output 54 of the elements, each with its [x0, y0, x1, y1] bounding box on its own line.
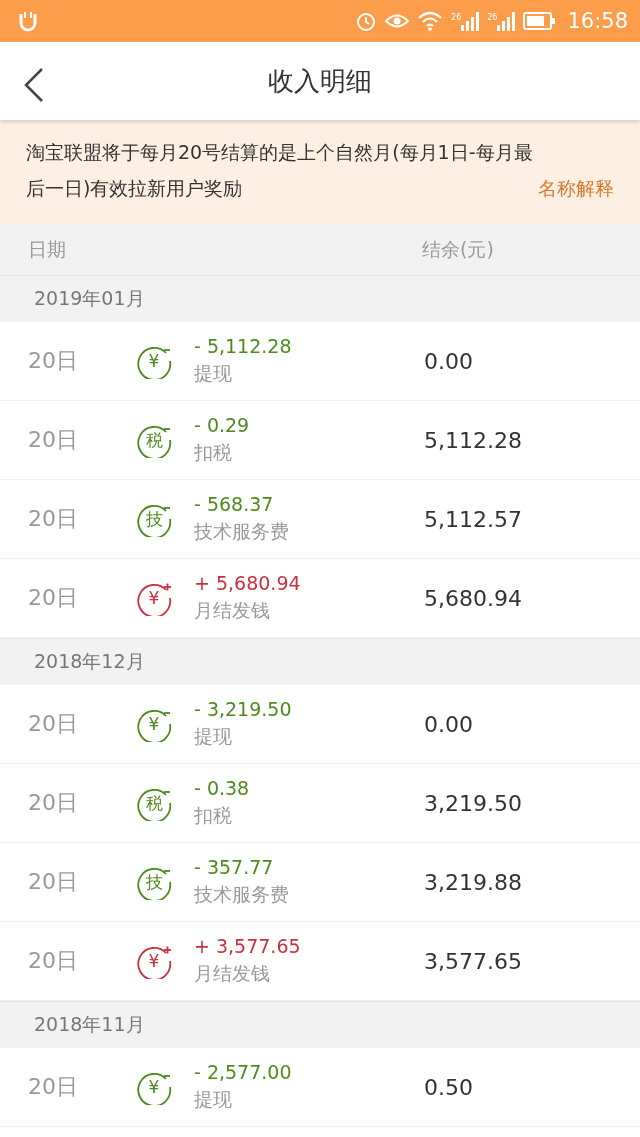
balance-amount: 3,577.65	[424, 948, 522, 974]
balance-amount: 5,680.94	[424, 585, 522, 611]
balance-amount: 0.00	[424, 711, 473, 737]
transaction-type: 技术服务费	[194, 519, 290, 544]
battery-icon	[523, 12, 556, 30]
signal-icon	[461, 11, 480, 31]
transaction-type: 月结发钱	[194, 598, 271, 623]
transaction-day: 20日	[0, 867, 110, 897]
signal-icon	[497, 11, 516, 31]
transaction-type: 提现	[194, 361, 233, 386]
notice-text: 后一日)有效拉新用户奖励	[26, 176, 243, 201]
transaction-day: 20日	[0, 425, 110, 455]
transaction-amount: - 357.77	[194, 856, 275, 878]
balance-amount: 0.50	[424, 1074, 473, 1100]
month-header: 2018年11月	[0, 1001, 640, 1048]
transaction-amount: - 568.37	[194, 493, 275, 515]
column-label: 结余(元)	[422, 237, 494, 262]
transaction-day: 20日	[0, 504, 110, 534]
alarm-icon	[355, 10, 378, 32]
network-type-label: 26	[451, 13, 462, 22]
balance-amount: 0.00	[424, 348, 473, 374]
transaction-amount: - 2,577.00	[194, 1061, 293, 1083]
transaction-type: 扣税	[194, 803, 233, 828]
eye-icon	[385, 12, 410, 30]
transaction-type: 提现	[194, 1087, 233, 1112]
balance-amount: 5,112.57	[424, 506, 522, 532]
transaction-day: 20日	[0, 346, 110, 376]
balance-amount: 3,219.88	[424, 869, 522, 895]
month-header: 2018年12月	[0, 638, 640, 685]
page-title: 收入明细	[268, 64, 372, 98]
network-type-label: 26	[487, 13, 498, 22]
transaction-day: 20日	[0, 709, 110, 739]
balance-amount: 3,219.50	[424, 790, 522, 816]
transaction-type: 扣税	[194, 440, 233, 465]
transaction-amount: - 3,219.50	[194, 698, 293, 720]
transaction-amount: + 5,680.94	[194, 572, 302, 594]
balance-amount: 5,112.28	[424, 427, 522, 453]
transaction-day: 20日	[0, 946, 110, 976]
column-label: 日期	[28, 237, 67, 262]
month-header: 2019年01月	[0, 275, 640, 322]
transaction-day: 20日	[0, 788, 110, 818]
transaction-amount: + 3,577.65	[194, 935, 302, 957]
transaction-day: 20日	[0, 583, 110, 613]
transaction-amount: - 0.29	[194, 414, 251, 436]
transaction-day: 20日	[0, 1072, 110, 1102]
transaction-amount: - 5,112.28	[194, 335, 293, 357]
notice-text: 淘宝联盟将于每月20号结算的是上个自然月(每月1日-每月最	[26, 140, 534, 165]
transaction-type: 提现	[194, 724, 233, 749]
transaction-type: 技术服务费	[194, 882, 290, 907]
app-notification-icon	[18, 10, 38, 32]
transaction-amount: - 0.38	[194, 777, 251, 799]
clock: 16:58	[567, 9, 628, 33]
transaction-type: 月结发钱	[194, 961, 271, 986]
wifi-icon	[417, 11, 444, 31]
